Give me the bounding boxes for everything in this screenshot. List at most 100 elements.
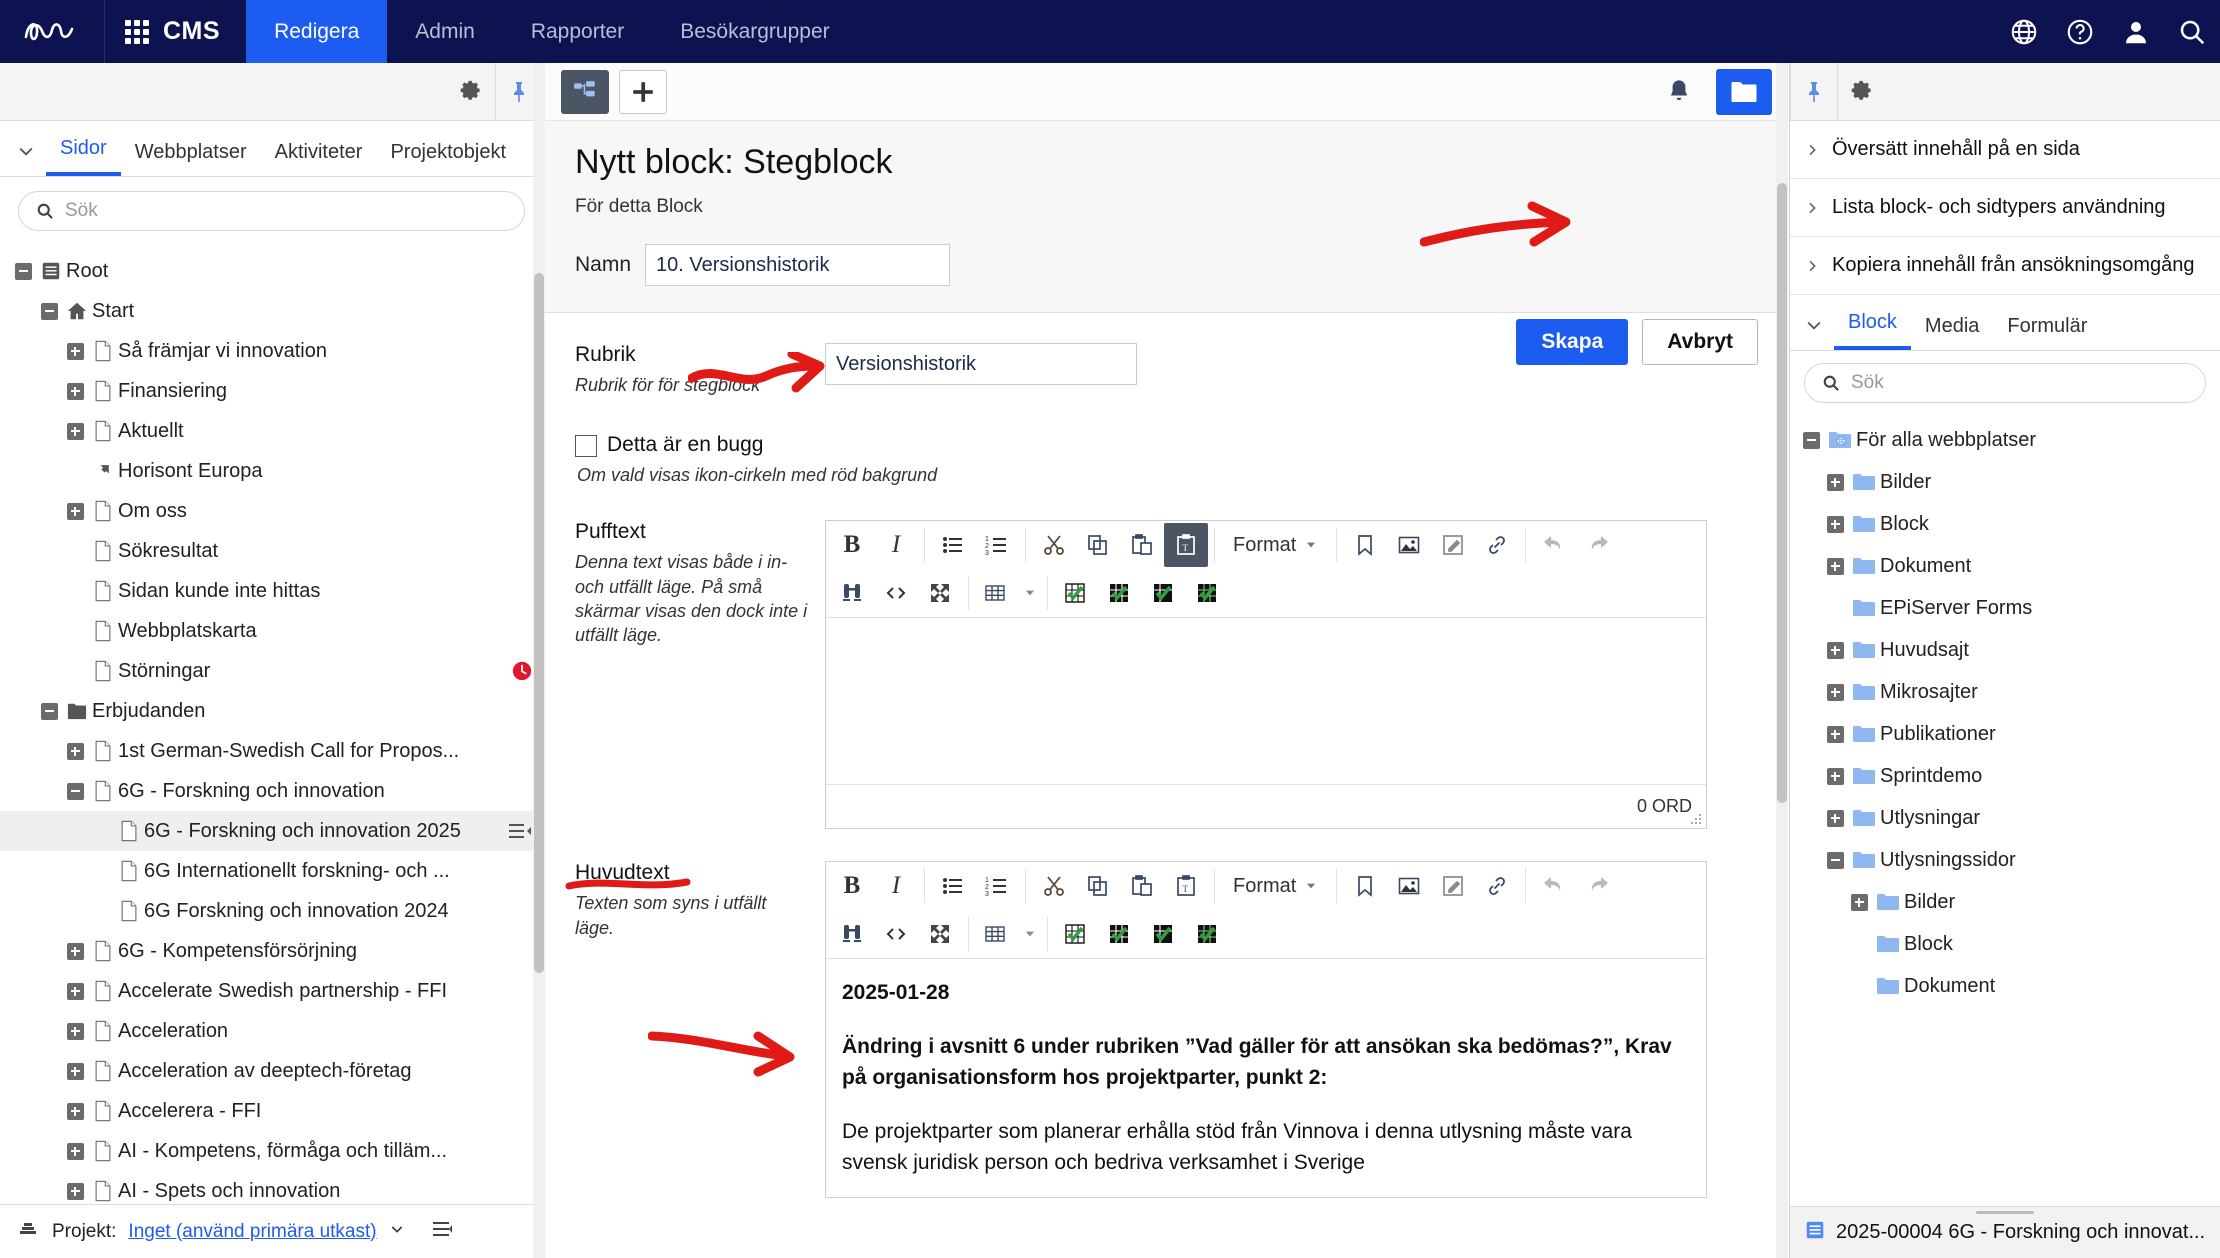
tree-node[interactable]: Sökresultat [0,531,543,571]
fullscreen-icon[interactable] [918,571,962,615]
help-icon[interactable] [2052,0,2108,63]
expand-toggle-icon[interactable] [67,1183,84,1200]
tree-node[interactable]: Acceleration av deeptech-företag [0,1051,543,1091]
context-menu-icon[interactable] [507,820,533,842]
global-nav-redigera[interactable]: Redigera [246,0,387,63]
table-cell-icon-4[interactable] [1186,912,1230,956]
folder-node[interactable]: Sprintdemo [1790,755,2220,797]
tree-toggle[interactable] [62,783,88,800]
find-replace-icon[interactable] [830,571,874,615]
expand-toggle-icon[interactable] [67,503,84,520]
tab-webbplatser[interactable]: Webbplatser [121,141,261,176]
name-input[interactable] [645,244,950,286]
folder-toggle[interactable] [1846,894,1872,911]
collapse-toggle-icon[interactable] [67,783,84,800]
expand-toggle-icon[interactable] [67,1103,84,1120]
folder-toggle[interactable] [1822,852,1848,869]
tree-node[interactable]: Aktuellt [0,411,543,451]
folder-node[interactable]: Dokument [1790,545,2220,587]
folder-toggle[interactable] [1822,642,1848,659]
tab-aktiviteter[interactable]: Aktiviteter [261,141,377,176]
tree-node[interactable]: Störningar [0,651,543,691]
find-replace-icon[interactable] [830,912,874,956]
paste-as-text-icon[interactable]: T [1164,864,1208,908]
folder-node[interactable]: Dokument [1790,965,2220,1007]
tree-node[interactable]: Erbjudanden [0,691,543,731]
chevron-down-icon[interactable] [1794,300,1834,350]
app-switcher-icon[interactable] [125,20,149,44]
paste-icon[interactable] [1120,523,1164,567]
folder-node[interactable]: Bilder [1790,881,2220,923]
source-code-icon[interactable] [874,912,918,956]
source-code-icon[interactable] [874,571,918,615]
folder-node[interactable]: Utlysningar [1790,797,2220,839]
table-cell-icon-4[interactable] [1186,571,1230,615]
tree-node[interactable]: AI - Kompetens, förmåga och tilläm... [0,1131,543,1171]
expand-toggle-icon[interactable] [1827,684,1844,701]
link-icon[interactable] [1475,523,1519,567]
tree-node[interactable]: AI - Spets och innovation [0,1171,543,1204]
cut-icon[interactable] [1032,523,1076,567]
folder-toggle[interactable] [1798,432,1824,449]
tree-node[interactable]: Finansiering [0,371,543,411]
assets-search-input[interactable]: Sök [1804,363,2206,403]
add-button[interactable] [619,70,667,114]
panel-resize-handle[interactable] [1976,1211,2034,1214]
gear-icon[interactable] [1838,63,1886,120]
folder-toggle[interactable] [1822,684,1848,701]
paste-as-text-icon[interactable]: T [1164,523,1208,567]
accordion-translate-content[interactable]: Översätt innehåll på en sida [1790,121,2220,179]
page-tree-view-button[interactable] [561,70,609,114]
tree-node[interactable]: Start [0,291,543,331]
left-panel-scrollbar[interactable] [533,63,545,1258]
redo-icon[interactable] [1576,523,1620,567]
chevron-down-icon[interactable] [1019,571,1041,615]
expand-toggle-icon[interactable] [67,1063,84,1080]
folder-node[interactable]: Utlysningssidor [1790,839,2220,881]
tree-toggle[interactable] [62,1183,88,1200]
bugg-checkbox[interactable] [575,435,597,457]
tree-toggle[interactable] [62,943,88,960]
folder-toggle[interactable] [1822,768,1848,785]
assets-folder-tree[interactable]: För alla webbplatserBilderBlockDokumentE… [1790,411,2220,1206]
tree-node[interactable]: Webbplatskarta [0,611,543,651]
table-cell-icon-1[interactable] [1054,912,1098,956]
expand-toggle-icon[interactable] [67,1023,84,1040]
tree-toggle[interactable] [62,1063,88,1080]
pufftext-editor[interactable]: B I 123 [825,520,1707,829]
tree-toggle[interactable] [62,503,88,520]
bold-icon[interactable]: B [830,523,874,567]
tree-node[interactable]: 6G Internationellt forskning- och ... [0,851,543,891]
globe-icon[interactable] [1996,0,2052,63]
search-input[interactable]: Sök [18,191,525,231]
table-cell-icon-3[interactable] [1142,912,1186,956]
tab-block[interactable]: Block [1834,311,1911,350]
expand-toggle-icon[interactable] [1827,474,1844,491]
chevron-down-icon[interactable] [389,1221,405,1243]
table-icon[interactable] [975,912,1019,956]
tree-toggle[interactable] [62,1103,88,1120]
folder-icon[interactable] [1716,69,1772,115]
collapse-toggle-icon[interactable] [15,263,32,280]
folder-toggle[interactable] [1822,558,1848,575]
tree-toggle[interactable] [62,1143,88,1160]
episerver-logo[interactable] [0,0,105,63]
global-nav-rapporter[interactable]: Rapporter [503,0,652,63]
expand-toggle-icon[interactable] [1851,894,1868,911]
folder-toggle[interactable] [1822,474,1848,491]
expand-toggle-icon[interactable] [1827,516,1844,533]
format-dropdown[interactable]: Format [1221,875,1330,898]
numbered-list-icon[interactable]: 123 [975,523,1019,567]
tree-toggle[interactable] [62,1023,88,1040]
tree-node[interactable]: 1st German-Swedish Call for Propos... [0,731,543,771]
rubrik-input[interactable] [825,343,1137,385]
bold-icon[interactable]: B [830,864,874,908]
bookmark-icon[interactable] [1343,523,1387,567]
italic-icon[interactable]: I [874,523,918,567]
tree-node[interactable]: Accelerate Swedish partnership - FFI [0,971,543,1011]
tree-node[interactable]: 6G - Forskning och innovation [0,771,543,811]
main-scrollbar[interactable] [1776,63,1788,1258]
tree-node[interactable]: Accelerera - FFI [0,1091,543,1131]
tree-toggle[interactable] [10,263,36,280]
folder-toggle[interactable] [1822,516,1848,533]
